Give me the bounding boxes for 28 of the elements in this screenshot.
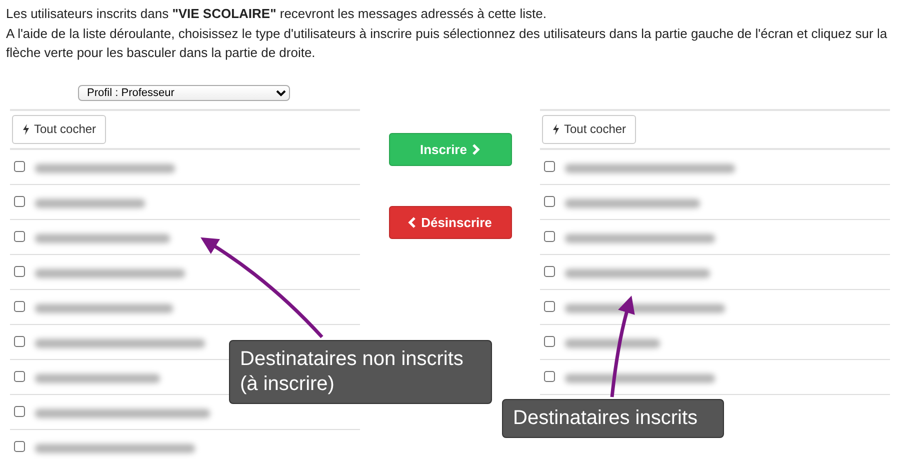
callout-label: Destinataires inscrits (502, 399, 724, 438)
checkbox[interactable] (14, 266, 25, 277)
check-all-button[interactable]: Tout cocher (12, 114, 106, 144)
checkbox[interactable] (14, 336, 25, 347)
checkbox[interactable] (544, 266, 555, 277)
checkbox[interactable] (14, 196, 25, 207)
checkbox[interactable] (14, 231, 25, 242)
lightning-icon (22, 124, 30, 134)
checkbox[interactable] (544, 161, 555, 172)
callout-label: Destinataires non inscrits (à inscrire) (229, 340, 492, 404)
checkbox[interactable] (14, 301, 25, 312)
unenroll-button[interactable]: Désinscrire (388, 206, 512, 238)
checkbox[interactable] (544, 301, 555, 312)
instruction-text: Les utilisateurs inscrits dans "VIE SCOLAIRE" recevront les messages adressés à cette liste. (6, 5, 548, 23)
check-all-button[interactable]: Tout cocher (542, 114, 636, 144)
checkbox[interactable] (544, 231, 555, 242)
instruction-text: A l'aide de la liste déroulante, choisissez le type d'utilisateurs à inscrire puis sélectionnez des utilisateurs dans la partie gauche de l'écran et cliquez sur la flèche verte pour les basculer dans la partie de droite. (6, 24, 888, 62)
chevron-left-icon (408, 216, 416, 228)
lightning-icon (552, 124, 560, 134)
checkbox[interactable] (14, 161, 25, 172)
checkbox[interactable] (544, 371, 555, 382)
checkbox[interactable] (544, 196, 555, 207)
profile-dropdown[interactable]: Profil : Professeur (78, 84, 290, 100)
chevron-right-icon (472, 144, 480, 154)
checkbox[interactable] (14, 371, 25, 382)
checkbox[interactable] (14, 406, 25, 417)
checkbox[interactable] (544, 336, 555, 347)
checkbox[interactable] (14, 441, 25, 452)
